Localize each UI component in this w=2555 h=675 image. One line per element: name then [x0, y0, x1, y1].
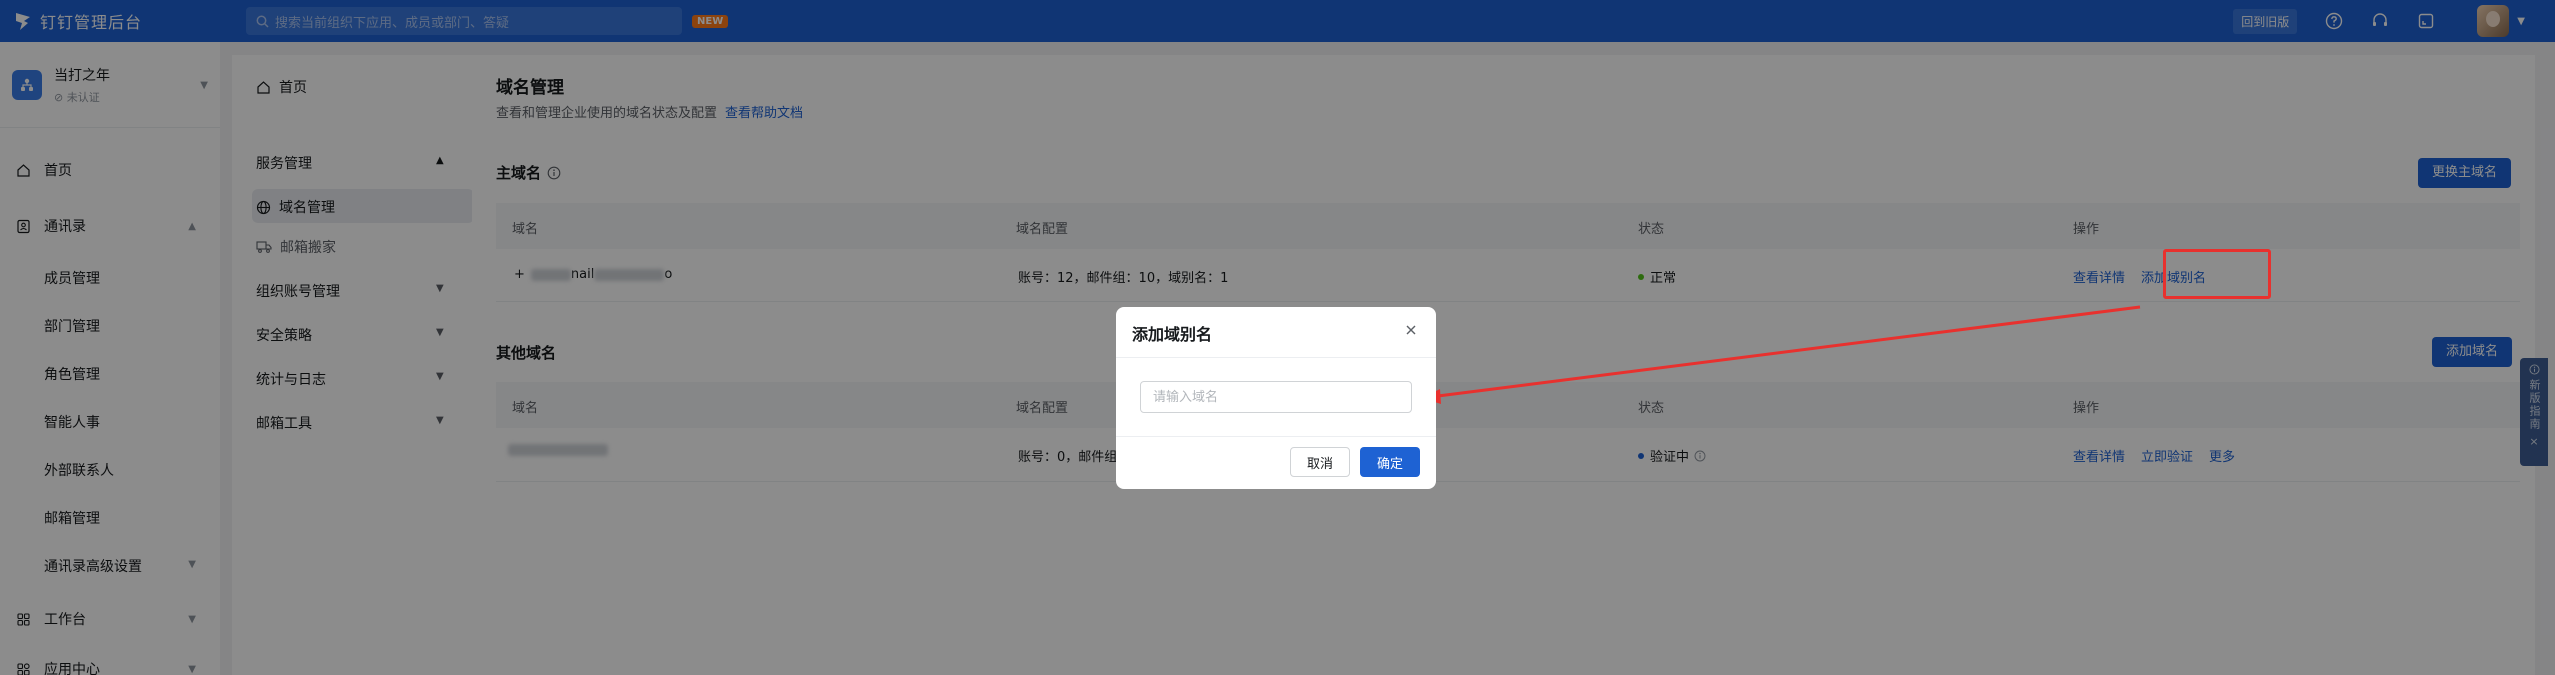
confirm-button[interactable]: 确定 — [1360, 447, 1420, 477]
cancel-button[interactable]: 取消 — [1290, 447, 1350, 477]
add-domain-alias-dialog: 添加域别名 取消 确定 — [1116, 307, 1436, 489]
dialog-divider — [1116, 357, 1436, 358]
annotation-highlight-box — [2163, 249, 2271, 299]
close-icon[interactable] — [1402, 321, 1420, 339]
domain-input[interactable] — [1140, 381, 1412, 413]
dialog-title: 添加域别名 — [1132, 325, 1213, 344]
dialog-divider — [1116, 436, 1436, 437]
